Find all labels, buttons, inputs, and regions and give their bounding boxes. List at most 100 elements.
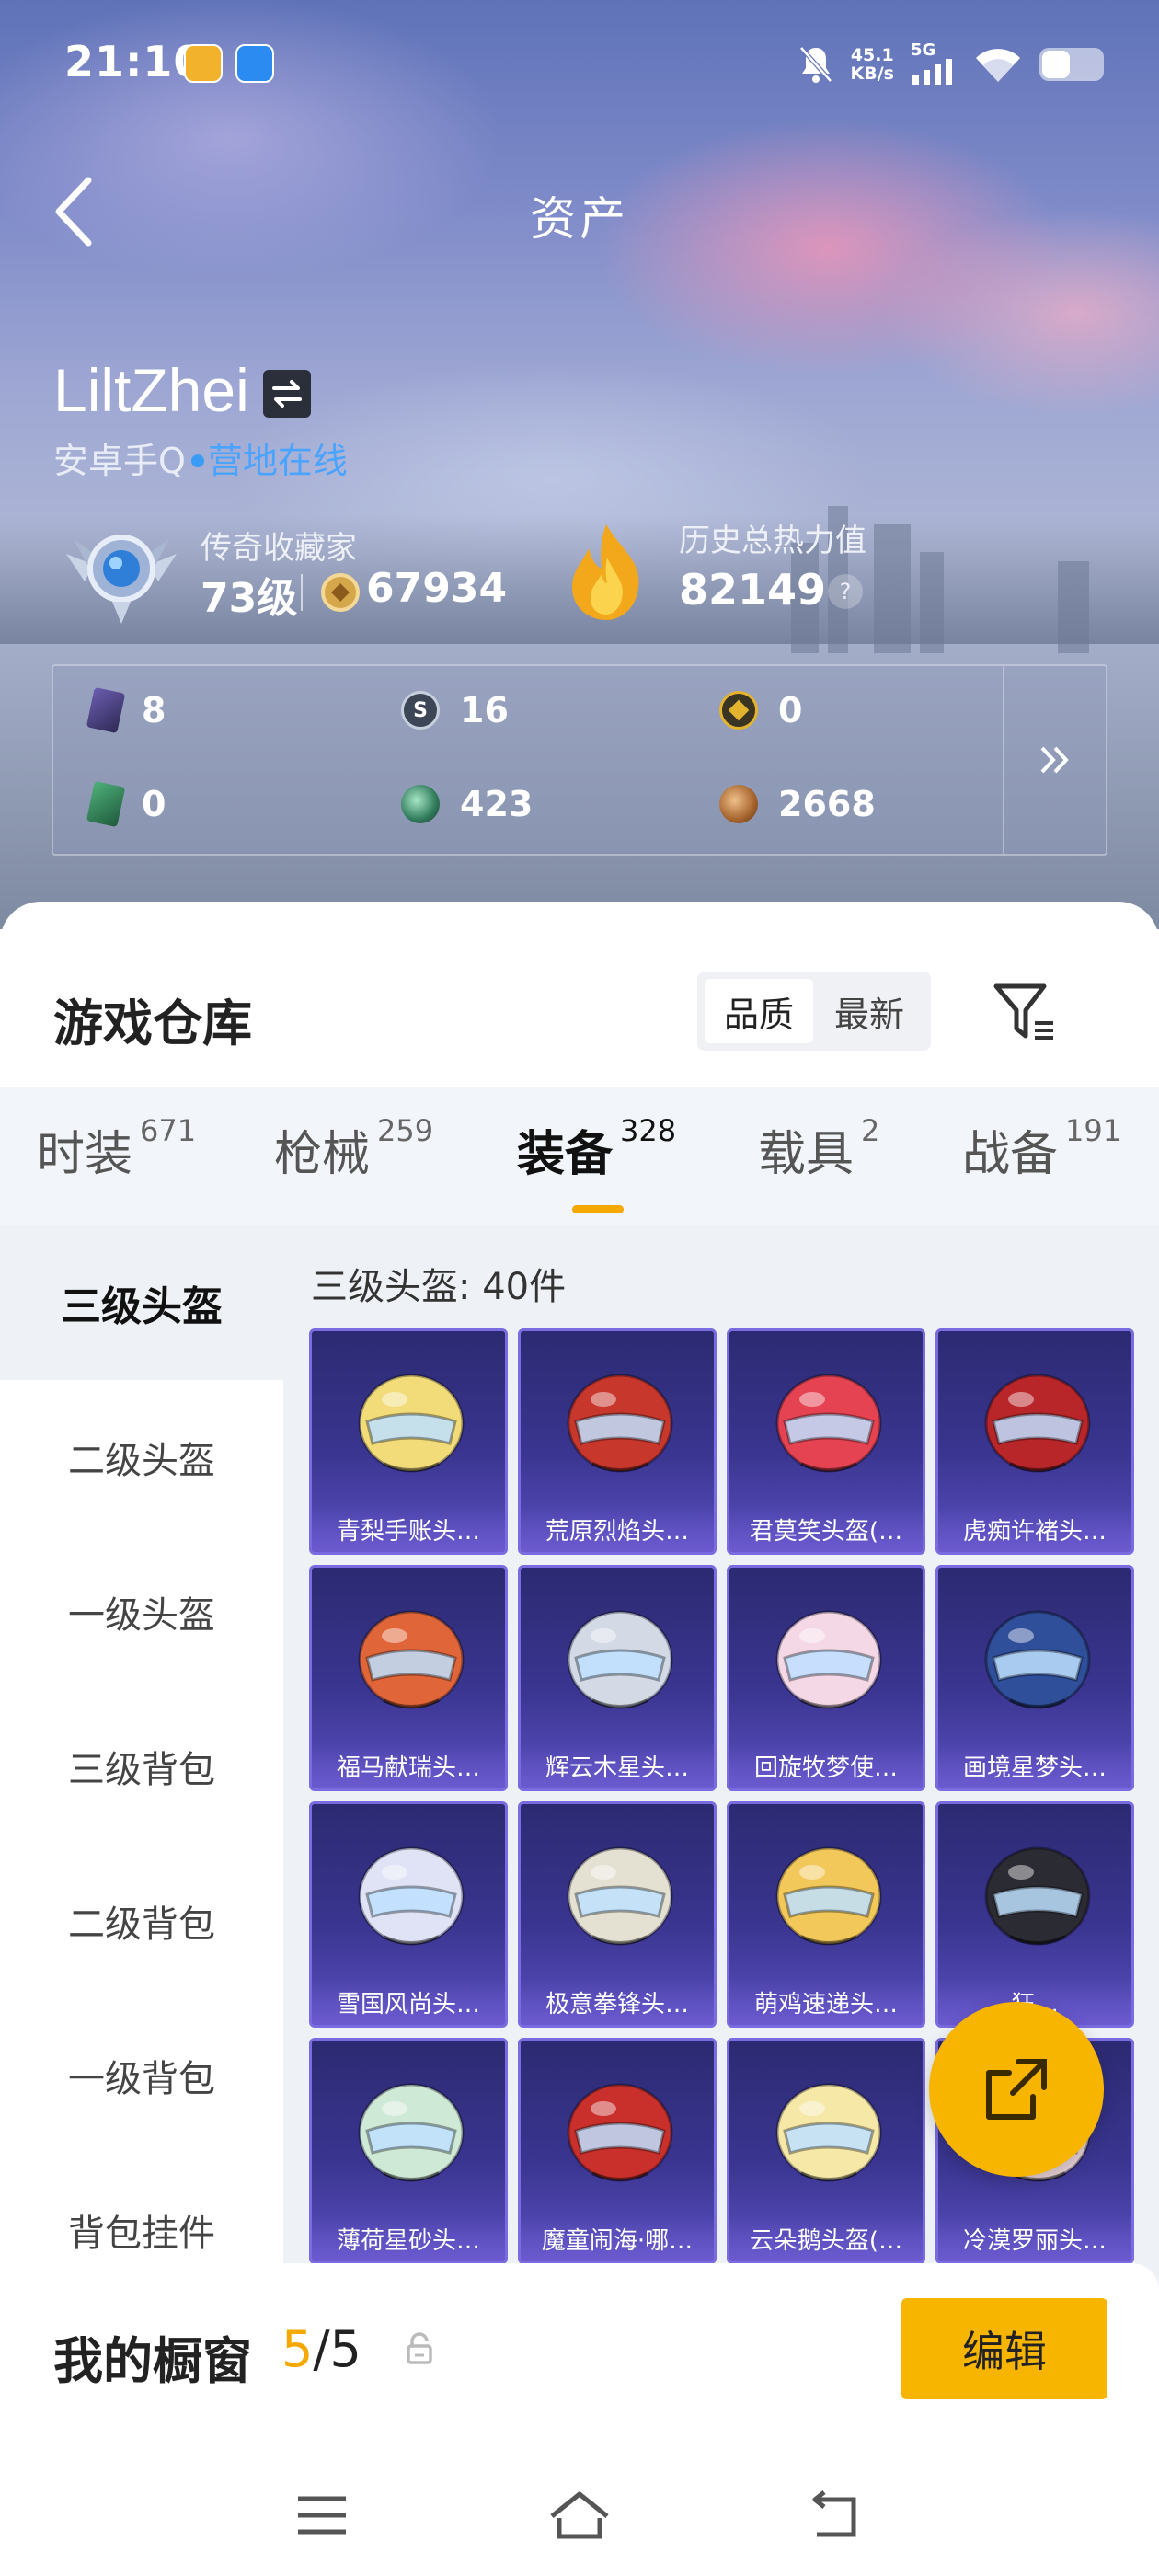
sort-newest-button[interactable]: 最新 — [815, 979, 924, 1043]
net-speed-unit: KB/s — [850, 63, 894, 84]
stat-item: 2668 — [719, 784, 876, 824]
online-dot-icon — [190, 454, 204, 467]
status-bar: 21:10 45.1 KB/s 5G — [0, 28, 1159, 101]
back-nav-button[interactable] — [800, 2478, 874, 2552]
bronze-coin-icon — [719, 785, 758, 823]
tab-label: 战备 — [962, 1127, 1059, 1182]
tab-fashion[interactable]: 时装 671 — [37, 1113, 197, 1184]
card-green-icon — [86, 780, 126, 828]
tab-count: 2 — [861, 1113, 880, 1148]
skyline-building — [1058, 561, 1089, 653]
item-card[interactable]: 荒原烈焰头… — [518, 1328, 717, 1555]
item-name: 回旋牧梦使… — [729, 1742, 923, 1788]
recent-apps-button[interactable] — [285, 2478, 359, 2552]
helmet-icon — [567, 1610, 673, 1709]
sidebar-item-level3-helmet[interactable]: 三级头盔 — [0, 1225, 283, 1380]
stat-item: 423 — [401, 784, 533, 824]
helmet-icon — [358, 1846, 465, 1946]
tab-gear[interactable]: 战备 191 — [962, 1113, 1121, 1184]
item-name: 薄荷星砂头… — [312, 2215, 505, 2261]
stat-item: 0 — [719, 690, 802, 730]
helmet-icon — [984, 1610, 1091, 1709]
sidebar-item-level2-backpack[interactable]: 二级背包 — [0, 1844, 283, 1998]
stat-value: 2668 — [778, 784, 876, 824]
stats-more-button[interactable] — [1003, 666, 1106, 854]
gold-medal-icon — [719, 691, 758, 730]
net-speed-value: 45.1 — [850, 45, 894, 65]
item-card[interactable]: 雪国风尚头… — [309, 1801, 508, 2028]
notification-app-icon — [235, 44, 274, 83]
swap-icon — [272, 380, 302, 408]
sort-toggle: 品质 最新 — [697, 972, 931, 1051]
tab-count: 671 — [140, 1113, 197, 1148]
sidebar-item-level2-helmet[interactable]: 二级头盔 — [0, 1380, 283, 1535]
heat-value: 82149 — [679, 565, 827, 615]
tab-vehicles[interactable]: 载具 2 — [758, 1113, 880, 1184]
tab-equipment[interactable]: 装备 328 — [517, 1113, 676, 1184]
item-card[interactable]: 虎痴许褚头… — [935, 1328, 1134, 1555]
share-button[interactable] — [929, 2002, 1104, 2177]
item-card[interactable]: 薄荷星砂头… — [309, 2038, 508, 2264]
online-status: 营地在线 — [207, 441, 348, 481]
item-name: 辉云木星头… — [521, 1742, 714, 1788]
item-card[interactable]: 极意拳锋头… — [518, 1801, 717, 2028]
wifi-icon — [976, 49, 1020, 82]
helmet-icon — [567, 2083, 673, 2182]
stat-value: 0 — [142, 784, 166, 824]
sidebar-item-level3-backpack[interactable]: 三级背包 — [0, 1689, 283, 1844]
showcase-title: 我的橱窗 — [53, 2332, 252, 2390]
stat-value: 423 — [460, 784, 534, 824]
showcase-bar: 我的橱窗 5/5 编辑 — [0, 2263, 1159, 2447]
tab-label: 时装 — [37, 1127, 133, 1182]
filter-icon — [993, 983, 1053, 1040]
edit-showcase-button[interactable]: 编辑 — [901, 2298, 1107, 2399]
green-orb-icon — [401, 785, 440, 823]
home-button[interactable] — [543, 2478, 616, 2552]
top-bar: 资产 — [0, 175, 1159, 258]
heat-title: 历史总热力值 — [679, 523, 866, 559]
collection-coins: 67934 — [366, 565, 508, 612]
sidebar-item-level1-backpack[interactable]: 一级背包 — [0, 1998, 283, 2153]
tab-count: 259 — [377, 1113, 434, 1148]
sort-quality-button[interactable]: 品质 — [705, 979, 813, 1043]
helmet-icon — [775, 2083, 882, 2182]
sidebar-item-level1-helmet[interactable]: 一级头盔 — [0, 1535, 283, 1689]
item-name: 云朵鹅头盔(… — [729, 2215, 923, 2261]
item-name: 萌鸡速递头… — [729, 1979, 923, 2025]
warehouse-title: 游戏仓库 — [53, 995, 252, 1052]
item-card[interactable]: 魔童闹海·哪… — [518, 2038, 717, 2264]
item-card[interactable]: 画境星梦头… — [935, 1565, 1134, 1791]
help-icon[interactable]: ? — [828, 574, 863, 609]
helmet-icon — [567, 1374, 673, 1473]
item-card[interactable]: 云朵鹅头盔(… — [727, 2038, 925, 2264]
item-card[interactable]: 萌鸡速递头… — [727, 1801, 925, 2028]
filter-button[interactable] — [988, 975, 1061, 1049]
battery-icon — [1039, 48, 1104, 81]
stat-item: S 16 — [401, 690, 509, 730]
flame-icon — [572, 524, 639, 620]
platform-label: 安卓手Q — [53, 441, 186, 481]
switch-account-button[interactable] — [263, 370, 311, 418]
helmet-icon — [984, 1846, 1091, 1946]
item-card[interactable]: 福马献瑞头… — [309, 1565, 508, 1791]
item-name: 青梨手账头… — [312, 1506, 505, 1552]
item-card[interactable]: 青梨手账头… — [309, 1328, 508, 1555]
rank-title: 传奇收藏家 — [201, 530, 357, 567]
stat-value: 0 — [778, 690, 803, 730]
item-name: 极意拳锋头… — [521, 1979, 714, 2025]
category-tabs: 时装 671 枪械 259 装备 328 载具 2 战备 191 — [0, 1087, 1159, 1225]
tab-label: 枪械 — [274, 1127, 371, 1182]
currency-stats-panel: 8 S 16 0 0 423 2668 — [52, 664, 1107, 856]
tab-weapons[interactable]: 枪械 259 — [274, 1113, 434, 1184]
item-name: 画境星梦头… — [938, 1742, 1131, 1788]
item-name: 魔童闹海·哪… — [521, 2215, 714, 2261]
item-card[interactable]: 君莫笑头盔(… — [727, 1328, 925, 1555]
category-count: 三级头盔: 40件 — [311, 1266, 567, 1308]
skyline-building — [920, 552, 944, 653]
item-card[interactable]: 狂… — [935, 1801, 1134, 2028]
item-card[interactable]: 辉云木星头… — [518, 1565, 717, 1791]
item-card[interactable]: 回旋牧梦使… — [727, 1565, 925, 1791]
stat-item: 8 — [86, 686, 166, 734]
tab-label: 装备 — [517, 1127, 614, 1182]
stat-value: 8 — [142, 690, 166, 730]
